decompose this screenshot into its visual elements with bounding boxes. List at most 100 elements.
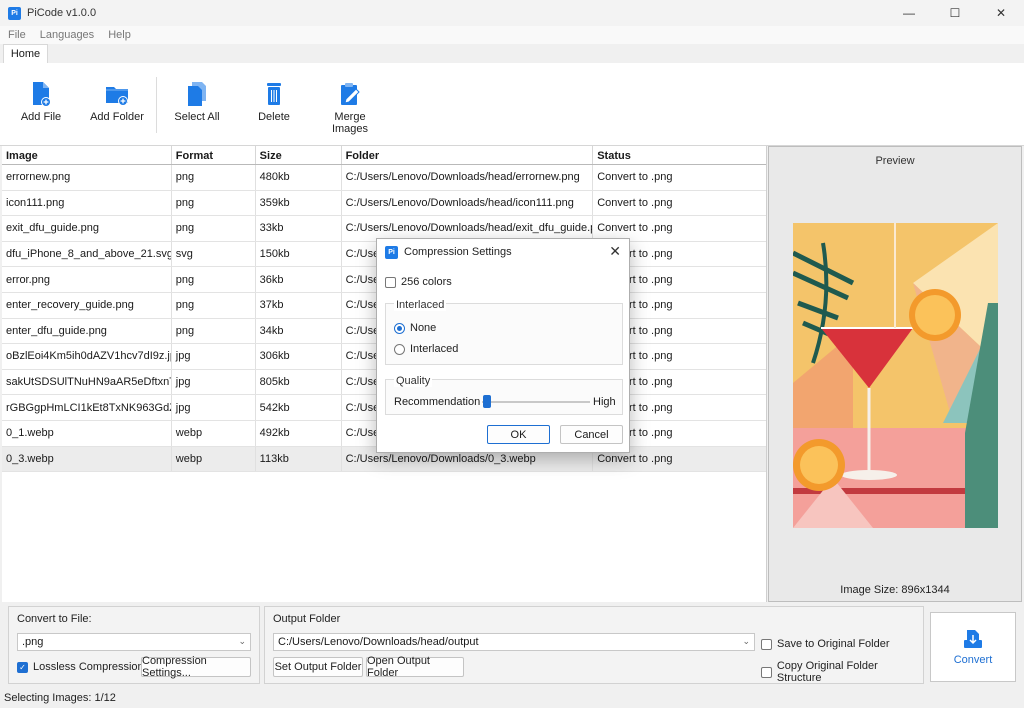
dialog-title: Compression Settings (404, 246, 512, 258)
merge-images-button[interactable]: Merge Images (315, 71, 385, 141)
colors-256-label: 256 colors (401, 276, 452, 288)
app-logo-icon: Pi (8, 6, 21, 20)
table-cell-image: errornew.png (2, 165, 172, 190)
table-cell-size: 34kb (256, 318, 342, 344)
radio-interlaced[interactable]: Interlaced (394, 343, 458, 355)
table-cell-format: jpg (172, 369, 256, 395)
col-header-size[interactable]: Size (256, 146, 342, 164)
menu-languages[interactable]: Languages (40, 29, 94, 41)
table-cell-status: Convert to .png (597, 196, 673, 209)
colors-256-checkbox[interactable]: 256 colors (385, 276, 452, 288)
delete-button[interactable]: Delete (239, 71, 309, 141)
table-cell-format: png (172, 292, 256, 318)
table-cell-format: png (172, 267, 256, 292)
output-folder-title: Output Folder (273, 613, 341, 625)
table-cell-size: 359kb (256, 190, 342, 216)
table-cell-image: error.png (2, 267, 172, 292)
select-all-button[interactable]: Select All (162, 71, 232, 141)
maximize-icon[interactable]: ☐ (932, 0, 978, 26)
chevron-down-icon: ⌄ (742, 636, 750, 646)
bottom-panel: Convert to File: .png ⌄ ✓ Lossless Compr… (0, 602, 1024, 688)
table-cell-size: 36kb (256, 267, 342, 292)
dialog-close-icon[interactable]: ✕ (609, 243, 621, 260)
minimize-icon[interactable]: — (886, 0, 932, 26)
close-icon[interactable]: ✕ (978, 0, 1024, 26)
format-select[interactable]: .png ⌄ (17, 633, 251, 651)
table-cell-format: svg (172, 241, 256, 267)
table-row[interactable]: errornew.png png 480kb C:/Users/Lenovo/Down… (2, 165, 766, 191)
delete-label: Delete (258, 111, 290, 123)
table-row[interactable]: icon111.png png 359kb C:/Users/Lenovo/Downl… (2, 190, 766, 217)
table-cell-image: 0_3.webp (2, 446, 172, 472)
ok-button[interactable]: OK (487, 425, 550, 444)
quality-low-label: Recommendation (394, 396, 481, 408)
table-cell-folder: C:/Users/Lenovo/Downloads/head/icon111.p… (342, 190, 594, 216)
quality-slider-thumb[interactable] (483, 395, 492, 408)
compression-settings-button[interactable]: Compression Settings... (141, 655, 251, 679)
table-cell-image: oBzlEoi4Km5ih0dAZV1hcv7dI9z.jpg (2, 344, 172, 369)
table-cell-size: 480kb (256, 165, 342, 190)
dialog-app-icon: Pi (385, 245, 398, 259)
table-cell-format: png (172, 216, 256, 241)
trash-icon (267, 83, 281, 105)
add-folder-button[interactable]: Add Folder (82, 71, 152, 141)
set-output-folder-button[interactable]: Set Output Folder (273, 657, 363, 677)
tab-home[interactable]: Home (3, 44, 48, 63)
radio-none[interactable]: None (394, 322, 436, 334)
table-cell-size: 492kb (256, 420, 342, 446)
table-cell-size: 542kb (256, 395, 342, 420)
interlaced-group-title: Interlaced (394, 299, 447, 311)
menu-file[interactable]: File (8, 29, 26, 41)
add-folder-label: Add Folder (90, 111, 144, 123)
quality-high-label: High (593, 396, 616, 408)
quality-slider-track[interactable] (482, 401, 590, 403)
lossless-compression-label: Lossless Compression (33, 661, 144, 673)
lossless-compression-checkbox[interactable]: ✓ Lossless Compression (17, 661, 144, 673)
quality-group-title: Quality (394, 375, 433, 387)
radio-interlaced-label: Interlaced (410, 343, 459, 355)
menu-bar: File Languages Help (0, 26, 1024, 44)
convert-to-file-title: Convert to File: (17, 613, 92, 625)
cancel-button[interactable]: Cancel (560, 425, 623, 444)
col-header-format[interactable]: Format (172, 146, 256, 164)
convert-to-file-group: Convert to File: .png ⌄ ✓ Lossless Compr… (8, 606, 260, 684)
add-file-label: Add File (20, 111, 62, 123)
table-cell-size: 150kb (256, 241, 342, 267)
preview-image (793, 223, 998, 528)
col-header-status[interactable]: Status (593, 146, 766, 164)
window-title: PiCode v1.0.0 (27, 7, 97, 19)
copy-folder-structure-label: Copy Original Folder Structure (776, 660, 878, 684)
menu-help[interactable]: Help (108, 29, 131, 41)
convert-button[interactable]: Convert (930, 612, 1016, 682)
col-header-folder[interactable]: Folder (342, 146, 594, 164)
table-cell-image: exit_dfu_guide.png (2, 216, 172, 241)
table-cell-image: enter_dfu_guide.png (2, 318, 172, 344)
radio-none-label: None (410, 322, 437, 334)
save-to-original-folder-checkbox[interactable]: Save to Original Folder (761, 638, 890, 650)
ribbon-separator (156, 77, 157, 133)
chevron-down-icon: ⌄ (238, 636, 246, 646)
table-cell-image: dfu_iPhone_8_and_above_21.svg (2, 241, 172, 267)
status-bar: Selecting Images: 1/12 (0, 688, 1024, 708)
output-folder-select[interactable]: C:/Users/Lenovo/Downloads/head/output ⌄ (273, 633, 755, 651)
ribbon-toolbar: Add File Add Folder Select All Delete Me… (0, 63, 1024, 146)
open-output-folder-button[interactable]: Open Output Folder (366, 655, 464, 679)
add-file-icon (33, 82, 51, 107)
table-header: Image Format Size Folder Status (2, 146, 766, 165)
save-to-original-folder-label: Save to Original Folder (777, 638, 890, 650)
copy-folder-structure-checkbox[interactable]: Copy Original Folder Structure (761, 660, 923, 684)
table-cell-size: 37kb (256, 292, 342, 318)
col-header-image[interactable]: Image (2, 146, 172, 164)
compression-settings-dialog: Pi Compression Settings ✕ 256 colors Int… (376, 238, 630, 453)
preview-panel: Preview Image Size: 896x1344 (768, 146, 1022, 602)
checkmark-icon: ✓ (17, 661, 28, 673)
convert-label: Convert (953, 654, 993, 666)
table-cell-image: sakUtSDSUlTNuHN9aAR5eDftxnT.j... (2, 369, 172, 395)
output-folder-group: Output Folder C:/Users/Lenovo/Downloads/… (264, 606, 924, 684)
select-all-label: Select All (174, 111, 220, 123)
add-file-button[interactable]: Add File (6, 71, 76, 141)
table-cell-image: 0_1.webp (2, 420, 172, 446)
table-cell-format: png (172, 165, 256, 190)
quality-group: Quality Recommendation High (385, 375, 623, 415)
table-cell-format: webp (172, 420, 256, 446)
